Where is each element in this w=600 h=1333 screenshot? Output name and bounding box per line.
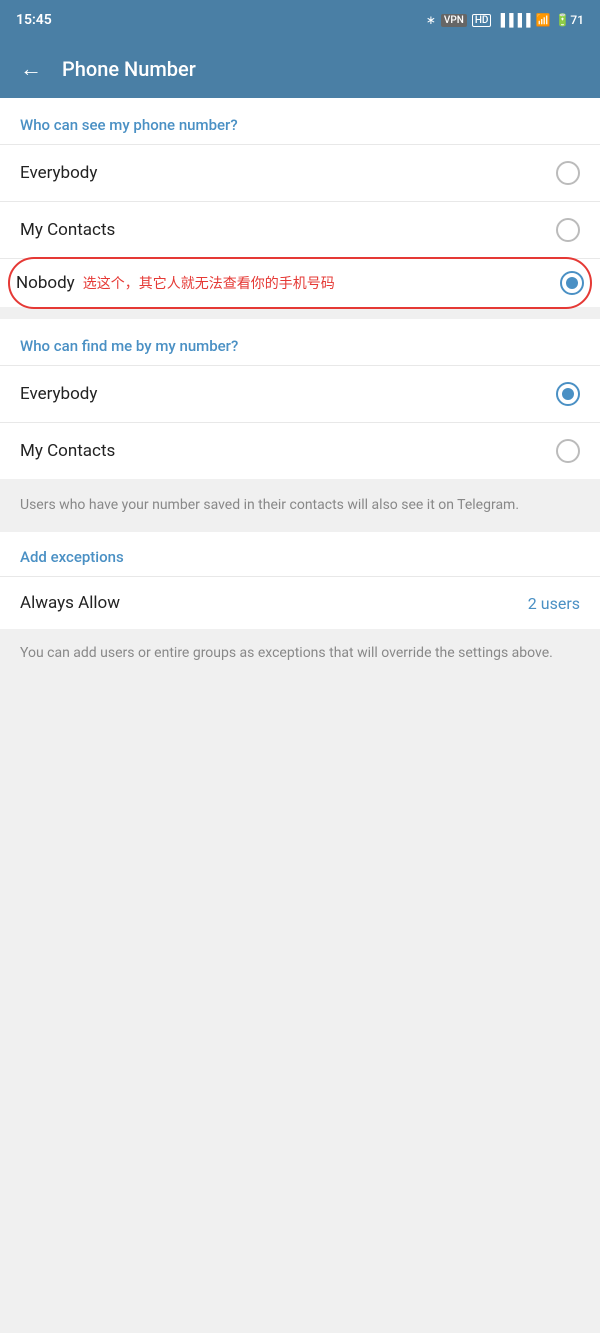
back-button[interactable]: ← [16, 52, 46, 86]
find-everybody-option[interactable]: Everybody [0, 365, 600, 422]
find-phone-header: Who can find me by my number? [0, 319, 600, 365]
see-phone-section: Who can see my phone number? Everybody M… [0, 98, 600, 307]
see-everybody-radio[interactable] [556, 161, 580, 185]
find-mycontacts-option[interactable]: My Contacts [0, 422, 600, 479]
exceptions-info-text: You can add users or entire groups as ex… [0, 629, 600, 678]
nobody-annotation: 选这个，其它人就无法查看你的手机号码 [83, 273, 335, 293]
see-phone-header: Who can see my phone number? [0, 98, 600, 144]
see-mycontacts-option[interactable]: My Contacts [0, 201, 600, 258]
see-mycontacts-label: My Contacts [20, 220, 115, 240]
users-count-badge: 2 users [528, 594, 580, 613]
see-nobody-label: Nobody [16, 273, 75, 293]
see-mycontacts-radio[interactable] [556, 218, 580, 242]
exceptions-section: Add exceptions Always Allow 2 users [0, 532, 600, 629]
find-everybody-radio[interactable] [556, 382, 580, 406]
signal-icon: ▐▐▐▐ [496, 13, 530, 27]
battery-icon: 🔋71 [555, 13, 584, 27]
page-title: Phone Number [62, 57, 196, 81]
exceptions-header: Add exceptions [0, 532, 600, 576]
see-nobody-radio[interactable] [560, 271, 584, 295]
find-mycontacts-label: My Contacts [20, 441, 115, 461]
find-everybody-label: Everybody [20, 384, 97, 404]
page-header: ← Phone Number [0, 40, 600, 98]
bottom-space [0, 678, 600, 1028]
wifi-icon: 📶 [535, 13, 550, 27]
see-nobody-option[interactable]: Nobody 选这个，其它人就无法查看你的手机号码 [0, 258, 600, 307]
find-mycontacts-radio[interactable] [556, 439, 580, 463]
see-everybody-option[interactable]: Everybody [0, 144, 600, 201]
status-time: 15:45 [16, 12, 52, 28]
nobody-oval-wrapper: Nobody 选这个，其它人就无法查看你的手机号码 [16, 271, 584, 295]
status-bar: 15:45 ∗ VPN HD ▐▐▐▐ 📶 🔋71 [0, 0, 600, 40]
hd-icon: HD [472, 14, 492, 27]
always-allow-row[interactable]: Always Allow 2 users [0, 576, 600, 629]
always-allow-label: Always Allow [20, 593, 120, 613]
status-icons: ∗ VPN HD ▐▐▐▐ 📶 🔋71 [426, 13, 584, 27]
bluetooth-icon: ∗ [426, 13, 436, 27]
see-everybody-label: Everybody [20, 163, 97, 183]
vpn-icon: VPN [441, 14, 467, 27]
content: Who can see my phone number? Everybody M… [0, 98, 600, 1028]
nobody-label-group: Nobody 选这个，其它人就无法查看你的手机号码 [16, 273, 335, 293]
find-info-text: Users who have your number saved in thei… [0, 481, 600, 530]
find-phone-section: Who can find me by my number? Everybody … [0, 319, 600, 479]
